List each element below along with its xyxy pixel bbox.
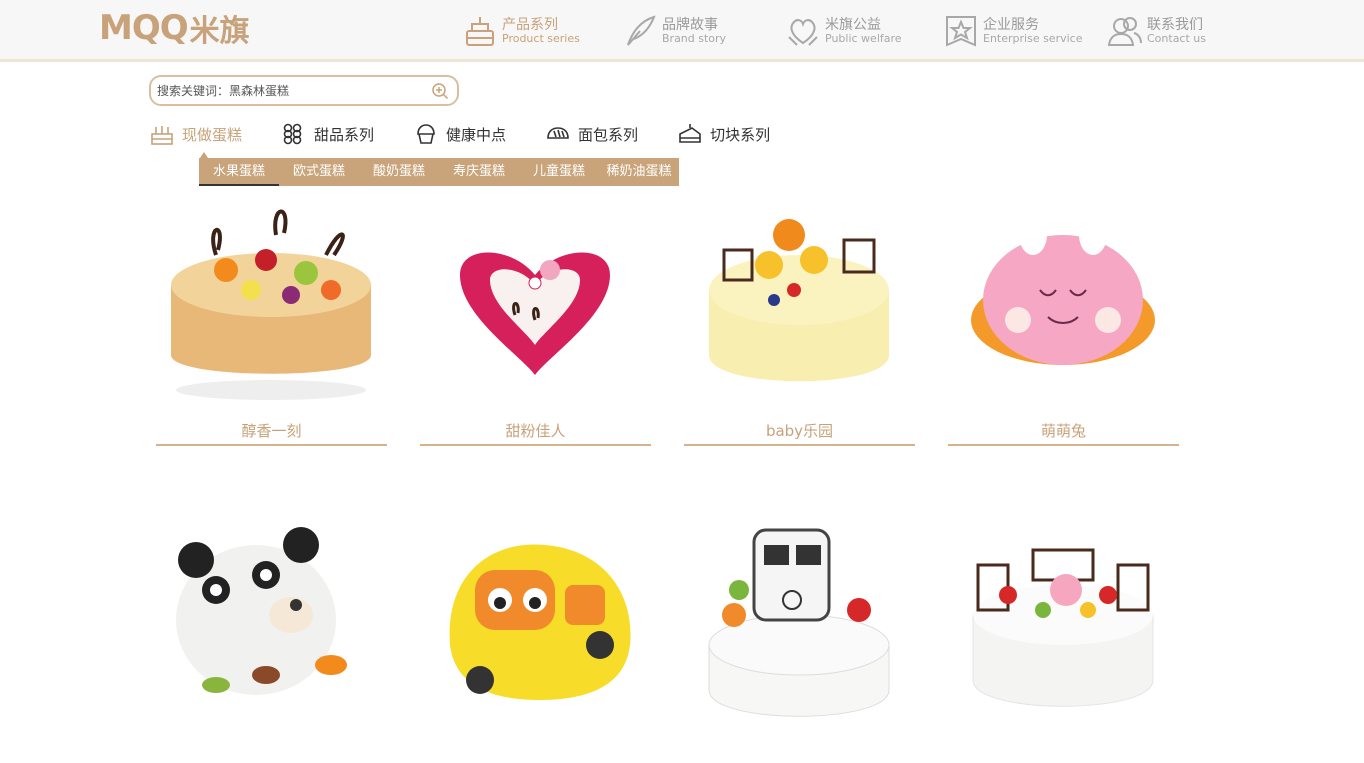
subtab-european-cake[interactable]: 欧式蛋糕 bbox=[279, 158, 359, 186]
product-card[interactable] bbox=[684, 515, 915, 763]
subtab-kids-cake[interactable]: 儿童蛋糕 bbox=[519, 158, 599, 186]
subtab-birthday-cake[interactable]: 寿庆蛋糕 bbox=[439, 158, 519, 186]
product-name: 甜粉佳人 bbox=[505, 422, 566, 440]
tab-label: 甜品系列 bbox=[314, 125, 375, 144]
product-card[interactable] bbox=[156, 515, 387, 763]
search-box bbox=[149, 75, 459, 106]
subtab-yogurt-cake[interactable]: 酸奶蛋糕 bbox=[359, 158, 439, 186]
tab-fresh-cake[interactable]: 现做蛋糕 bbox=[150, 118, 242, 150]
tab-label: 面包系列 bbox=[578, 125, 639, 144]
nav-item-contact-us[interactable]: 联系我们 Contact us bbox=[1107, 8, 1217, 54]
product-card[interactable]: 醇香一刻 bbox=[156, 195, 387, 446]
nav-label-cn: 产品系列 bbox=[502, 16, 558, 33]
nav-label-cn: 企业服务 bbox=[983, 16, 1039, 33]
product-card[interactable]: baby乐园 bbox=[684, 195, 915, 446]
nav-item-product-series[interactable]: 产品系列 Product series bbox=[462, 8, 622, 54]
site-header: MQQ 米旗 产品系列 Product series 品牌故事 Brand st… bbox=[0, 0, 1364, 62]
product-name bbox=[156, 739, 387, 763]
product-underline bbox=[948, 444, 1179, 446]
product-card[interactable]: 甜粉佳人 bbox=[420, 195, 651, 446]
cake-image bbox=[709, 219, 889, 382]
cake-image bbox=[708, 528, 890, 717]
bread-icon bbox=[547, 127, 569, 139]
cake-image bbox=[171, 209, 371, 400]
nav-label-cn: 联系我们 bbox=[1147, 16, 1203, 33]
nav-item-brand-story[interactable]: 品牌故事 Brand story bbox=[622, 8, 785, 54]
product-name: 萌萌兔 bbox=[1040, 422, 1086, 440]
category-tabs: 现做蛋糕 甜品系列 健康中点 面包系列 切块系列 bbox=[150, 118, 810, 150]
tab-bread-series[interactable]: 面包系列 bbox=[546, 118, 638, 150]
tab-label: 现做蛋糕 bbox=[182, 125, 243, 144]
nav-label-en: Product series bbox=[502, 31, 580, 45]
product-name bbox=[948, 739, 1179, 763]
heart-hands-icon bbox=[788, 19, 818, 46]
cake-icon bbox=[466, 17, 494, 46]
product-name: baby乐园 bbox=[765, 422, 834, 440]
nav-item-enterprise-service[interactable]: 企业服务 Enterprise service bbox=[943, 8, 1107, 54]
dots-grid-icon bbox=[283, 123, 302, 145]
product-underline bbox=[156, 444, 387, 446]
tab-label: 健康中点 bbox=[446, 125, 507, 144]
tab-label: 切块系列 bbox=[710, 125, 771, 144]
cake-image bbox=[971, 215, 1155, 365]
product-card[interactable] bbox=[420, 515, 651, 763]
nav-label-cn: 品牌故事 bbox=[662, 16, 718, 33]
tab-healthy-snack[interactable]: 健康中点 bbox=[414, 118, 506, 150]
cake-image bbox=[176, 527, 347, 695]
cake-slice-icon bbox=[679, 124, 701, 143]
nav-item-public-welfare[interactable]: 米旗公益 Public welfare bbox=[785, 8, 943, 54]
product-card[interactable]: 萌萌兔 bbox=[948, 195, 1179, 446]
cake-image bbox=[449, 544, 631, 700]
main-nav: 产品系列 Product series 品牌故事 Brand story 米旗公… bbox=[462, 8, 1217, 54]
search-input[interactable] bbox=[157, 81, 427, 101]
cake-image bbox=[460, 252, 610, 375]
logo-cn: 米旗 bbox=[189, 14, 250, 49]
nav-label-en: Contact us bbox=[1147, 31, 1206, 45]
muffin-icon bbox=[417, 124, 435, 144]
subcategory-tabs: 水果蛋糕 欧式蛋糕 酸奶蛋糕 寿庆蛋糕 儿童蛋糕 稀奶油蛋糕 bbox=[199, 158, 679, 186]
people-icon bbox=[1107, 17, 1142, 46]
search-icon[interactable] bbox=[431, 82, 449, 100]
nav-label-en: Public welfare bbox=[825, 31, 902, 45]
star-badge-icon bbox=[946, 16, 976, 47]
logo-latin: MQQ bbox=[99, 8, 189, 48]
product-name bbox=[684, 739, 915, 763]
tab-sliced-cake[interactable]: 切块系列 bbox=[678, 118, 770, 150]
nav-label-en: Enterprise service bbox=[983, 31, 1083, 45]
nav-label-cn: 米旗公益 bbox=[825, 16, 881, 33]
product-underline bbox=[420, 444, 651, 446]
product-name bbox=[420, 739, 651, 763]
subtab-fruit-cake[interactable]: 水果蛋糕 bbox=[199, 158, 279, 186]
nav-label-en: Brand story bbox=[662, 31, 727, 45]
cake-tier-icon bbox=[151, 126, 173, 145]
product-card[interactable] bbox=[948, 515, 1179, 763]
tab-dessert-series[interactable]: 甜品系列 bbox=[282, 118, 374, 150]
subtab-cream-cake[interactable]: 稀奶油蛋糕 bbox=[599, 158, 679, 186]
product-underline bbox=[684, 444, 915, 446]
brand-logo[interactable]: MQQ 米旗 bbox=[99, 8, 250, 49]
product-name: 醇香一刻 bbox=[241, 422, 302, 440]
cake-image bbox=[972, 548, 1154, 707]
feather-icon bbox=[627, 15, 656, 46]
